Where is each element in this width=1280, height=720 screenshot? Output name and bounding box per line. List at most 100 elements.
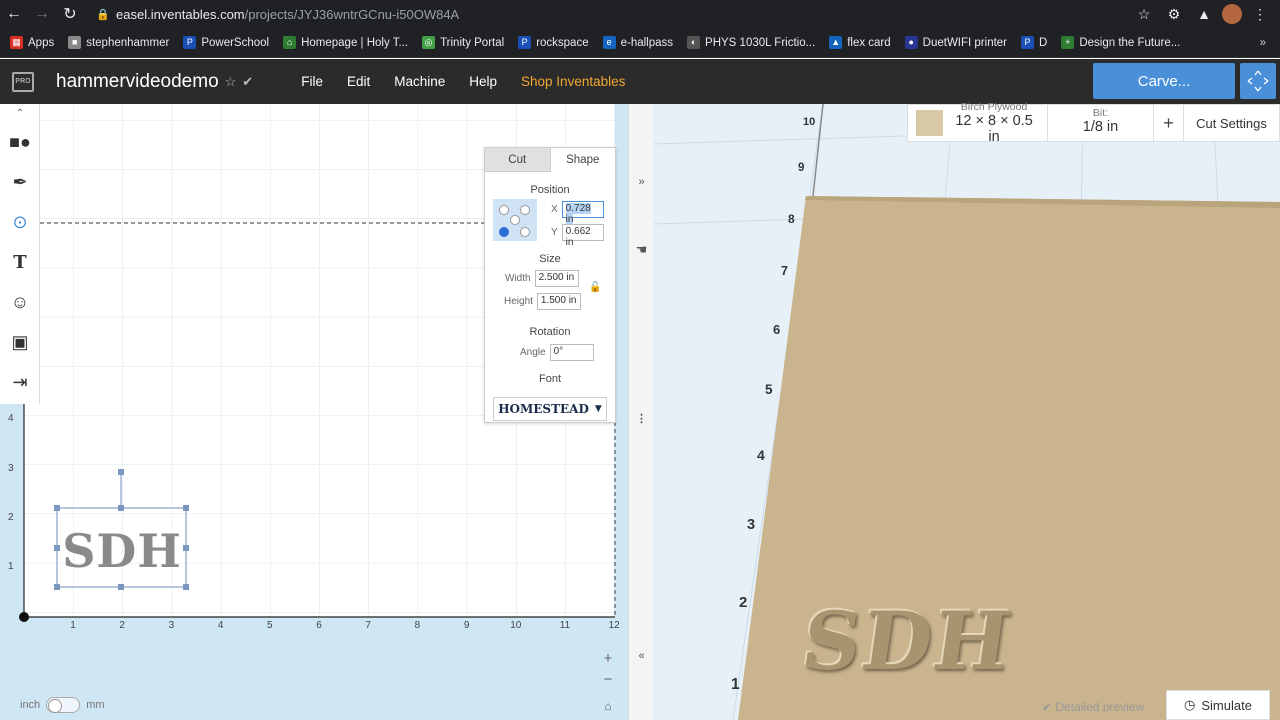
x-label: X bbox=[551, 204, 558, 215]
collapse-toolbar-icon[interactable]: ⌃ bbox=[0, 104, 40, 122]
canvas-text-object[interactable]: SDH bbox=[58, 524, 186, 578]
pro-logo[interactable]: PRO bbox=[0, 59, 46, 104]
import-tool-icon[interactable]: ⇥ bbox=[0, 362, 40, 402]
material-selector[interactable]: Birch Plywood 12 × 8 × 0.5 in bbox=[908, 101, 1048, 145]
bookmark-d[interactable]: PD bbox=[1021, 36, 1047, 49]
ruler-label: 7 bbox=[781, 264, 788, 278]
bookmark-stephenhammer[interactable]: ■ stephenhammer bbox=[68, 36, 169, 49]
height-input[interactable]: 1.500 in bbox=[536, 293, 581, 310]
add-bit-button[interactable]: + bbox=[1154, 104, 1184, 142]
units-toggle[interactable] bbox=[46, 697, 81, 713]
x-position-input[interactable]: 0.728 in bbox=[561, 201, 604, 225]
unit-inch-label: inch bbox=[20, 699, 41, 711]
bookmark-phys[interactable]: ◐ PHYS 1030L Frictio... bbox=[687, 36, 815, 49]
address-bar[interactable]: 🔒 easel.inventables.com /projects/JYJ36w… bbox=[96, 2, 1146, 26]
drag-handle-icon[interactable]: ⋮ bbox=[629, 412, 654, 425]
extension-icon[interactable]: ⚙ bbox=[1162, 6, 1186, 23]
hand-cursor-icon: ☚ bbox=[635, 242, 648, 257]
expand-right-icon[interactable]: » bbox=[629, 176, 654, 188]
favorite-star-icon[interactable]: ☆ bbox=[225, 74, 237, 90]
design-canvas[interactable]: SDH 1 2 3 4 5 6 7 8 9 10 11 12 1234 ⌃ ■● ✒ ⊙ T ☺ ▣ … bbox=[0, 104, 635, 720]
anchor-center[interactable] bbox=[510, 215, 520, 225]
apps-tool-icon[interactable]: ▣ bbox=[0, 322, 40, 362]
pen-tool-icon[interactable]: ✒ bbox=[0, 162, 40, 202]
x-tick-label: 2 bbox=[119, 620, 125, 631]
extension-a-icon[interactable]: ▲ bbox=[1192, 6, 1216, 22]
material-size: 12 × 8 × 0.5 in bbox=[955, 113, 1033, 145]
angle-input[interactable]: 0° bbox=[549, 344, 594, 361]
point-tool-icon[interactable]: ⊙ bbox=[0, 202, 40, 242]
panel-divider[interactable]: » ☚ ⋮ « bbox=[628, 104, 653, 720]
anchor-bottom-left[interactable] bbox=[499, 227, 509, 237]
y-tick-label: 1 bbox=[8, 561, 14, 572]
y-label: Y bbox=[551, 227, 558, 238]
chevron-down-icon: ▼ bbox=[594, 404, 602, 414]
y-tick-label: 3 bbox=[8, 462, 14, 474]
tab-shape[interactable]: Shape bbox=[551, 148, 616, 172]
font-dropdown[interactable]: HOMESTEAD ▼ bbox=[493, 397, 607, 421]
cut-settings-button[interactable]: Cut Settings bbox=[1184, 116, 1279, 131]
simulate-button[interactable]: ◷ Simulate bbox=[1166, 690, 1270, 720]
reload-icon[interactable]: ↻ bbox=[56, 4, 84, 24]
bit-selector[interactable]: Bit: 1/8 in bbox=[1048, 104, 1154, 142]
star-icon[interactable]: ☆ bbox=[1132, 6, 1156, 23]
detailed-preview-toggle[interactable]: ✔ Detailed preview bbox=[1042, 700, 1144, 714]
bookmark-duetwifi[interactable]: ● DuetWIFI printer bbox=[904, 36, 1007, 49]
forward-icon[interactable]: → bbox=[28, 5, 56, 23]
anchor-top-left[interactable] bbox=[499, 205, 509, 215]
bookmark-flexcard[interactable]: ▲ flex card bbox=[829, 36, 891, 49]
ruler-label: 6 bbox=[773, 322, 781, 337]
material-swatch bbox=[916, 110, 944, 136]
bookmark-ehallpass[interactable]: e e-hallpass bbox=[602, 36, 673, 49]
anchor-top-right[interactable] bbox=[520, 205, 530, 215]
ruler-label: 5 bbox=[765, 382, 773, 397]
width-input[interactable]: 2.500 in bbox=[534, 270, 579, 287]
anchor-selector[interactable] bbox=[493, 199, 537, 241]
x-tick-label: 11 bbox=[559, 620, 571, 631]
ruler-label: 10 bbox=[803, 116, 816, 128]
angle-label: Angle bbox=[520, 347, 546, 358]
lock-aspect-icon[interactable]: 🔓 bbox=[589, 282, 601, 293]
height-label: Height bbox=[504, 296, 533, 307]
ruler-label: 1 bbox=[731, 676, 740, 693]
zoom-out-button[interactable]: − bbox=[597, 669, 619, 691]
shapes-tool-icon[interactable]: ■● bbox=[0, 122, 40, 162]
bookmark-homepage[interactable]: ⌂ Homepage | Holy T... bbox=[283, 36, 408, 49]
bit-label: Bit: bbox=[1092, 107, 1109, 119]
bookmarks-bar: ▦ Apps ■ stephenhammer P PowerSchool ⌂ Homep… bbox=[0, 28, 1280, 58]
3d-preview[interactable]: 10 9 8 7 6 5 4 3 2 1 SDH bbox=[653, 104, 1280, 720]
bookmark-apps[interactable]: ▦ Apps bbox=[10, 36, 54, 49]
anchor-bottom-right[interactable] bbox=[520, 227, 530, 237]
menu-edit[interactable]: Edit bbox=[347, 74, 370, 89]
icon-tool-icon[interactable]: ☺ bbox=[0, 282, 40, 322]
back-icon[interactable]: ← bbox=[0, 5, 28, 23]
menu-shop-inventables[interactable]: Shop Inventables bbox=[521, 74, 625, 89]
tab-cut[interactable]: Cut bbox=[485, 148, 551, 172]
project-title[interactable]: hammervideodemo bbox=[56, 71, 219, 93]
bookmark-design[interactable]: + Design the Future... bbox=[1061, 36, 1180, 49]
x-tick-label: 10 bbox=[510, 620, 522, 631]
x-tick-label: 1 bbox=[70, 620, 76, 631]
bookmark-powerschool[interactable]: P PowerSchool bbox=[183, 36, 269, 49]
workspace: SDH 1 2 3 4 5 6 7 8 9 10 11 12 1234 ⌃ ■● ✒ ⊙ T ☺ ▣ … bbox=[0, 104, 1280, 720]
shape-properties-panel: Cut Shape Position X 0.728 in Y 0.662 in… bbox=[484, 147, 616, 423]
menu-help[interactable]: Help bbox=[469, 74, 497, 89]
collapse-left-icon[interactable]: « bbox=[629, 650, 654, 662]
menu-file[interactable]: File bbox=[301, 74, 323, 89]
bit-value: 1/8 in bbox=[1082, 119, 1119, 135]
expand-view-button[interactable] bbox=[1240, 63, 1276, 99]
zoom-in-button[interactable]: + bbox=[597, 648, 619, 670]
tool-sidebar: ⌃ ■● ✒ ⊙ T ☺ ▣ ⇥ bbox=[0, 104, 40, 404]
bookmark-rockspace[interactable]: Prockspace bbox=[518, 36, 589, 49]
more-icon[interactable]: ⋮ bbox=[1248, 6, 1272, 23]
unit-mm-label: mm bbox=[86, 699, 105, 711]
x-tick-label: 3 bbox=[168, 620, 175, 631]
y-position-input[interactable]: 0.662 in bbox=[561, 224, 604, 248]
menu-machine[interactable]: Machine bbox=[394, 74, 445, 89]
bookmarks-overflow-icon[interactable]: » bbox=[1260, 37, 1280, 49]
text-tool-icon[interactable]: T bbox=[0, 242, 40, 282]
home-view-icon[interactable]: ⌂ bbox=[597, 695, 619, 717]
avatar[interactable] bbox=[1222, 4, 1242, 24]
bookmark-trinity[interactable]: ◎ Trinity Portal bbox=[422, 36, 504, 49]
carve-button[interactable]: Carve... bbox=[1093, 63, 1235, 99]
